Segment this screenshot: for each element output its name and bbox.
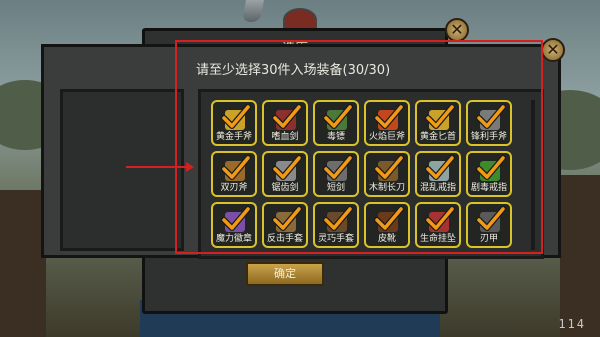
- checkmark-icon: [476, 104, 506, 129]
- equipment-label: 刃甲: [479, 234, 498, 244]
- equipment-label: 黄金手斧: [215, 132, 252, 142]
- checkmark-icon: [323, 104, 353, 129]
- equipment-label: 剧毒戒指: [470, 183, 507, 193]
- dialog-title: 请至少选择30件入场装备(30/30): [196, 63, 391, 78]
- equipment-label: 木制长刀: [368, 183, 405, 193]
- equipment-label: 黄金匕首: [419, 132, 456, 142]
- close-button[interactable]: ✕: [541, 38, 565, 62]
- checkmark-icon: [272, 104, 302, 129]
- equipment-slot[interactable]: 皮靴: [364, 202, 410, 248]
- equipment-slot[interactable]: 火焰巨斧: [364, 100, 410, 146]
- equipment-slot[interactable]: 混乱戒指: [415, 151, 461, 197]
- equipment-slot[interactable]: 灵巧手套: [313, 202, 359, 248]
- checkmark-icon: [323, 155, 353, 180]
- equipment-slot[interactable]: 黄金手斧: [211, 100, 257, 146]
- fps-counter: 114: [558, 317, 586, 331]
- equipment-label: 嗜血剑: [271, 132, 299, 142]
- equipment-slot[interactable]: 生命挂坠: [415, 202, 461, 248]
- equipment-slot[interactable]: 锯齿剑: [262, 151, 308, 197]
- equipment-slot[interactable]: 短剑: [313, 151, 359, 197]
- equipment-slot[interactable]: 刃甲: [466, 202, 512, 248]
- checkmark-icon: [221, 155, 251, 180]
- left-cliff: [0, 190, 46, 337]
- equipment-label: 毒镖: [326, 132, 345, 142]
- checkmark-icon: [272, 206, 302, 231]
- equipment-label: 火焰巨斧: [368, 132, 405, 142]
- equipment-label: 反击手套: [266, 234, 303, 244]
- checkmark-icon: [272, 155, 302, 180]
- equipment-slot[interactable]: 毒镖: [313, 100, 359, 146]
- checkmark-icon: [476, 155, 506, 180]
- equipment-label: 生命挂坠: [419, 234, 456, 244]
- checkmark-icon: [425, 104, 455, 129]
- checkmark-icon: [221, 104, 251, 129]
- checkmark-icon: [221, 206, 251, 231]
- equipment-slot[interactable]: 黄金匕首: [415, 100, 461, 146]
- close-button-back[interactable]: ✕: [445, 18, 469, 42]
- equipment-slot[interactable]: 反击手套: [262, 202, 308, 248]
- right-cliff: [560, 175, 600, 337]
- selected-item-preview: [60, 89, 184, 251]
- checkmark-icon: [374, 206, 404, 231]
- checkmark-icon: [374, 155, 404, 180]
- close-icon: ✕: [546, 40, 560, 59]
- checkmark-icon: [374, 104, 404, 129]
- equipment-slot[interactable]: 魔力徽章: [211, 202, 257, 248]
- equipment-label: 混乱戒指: [419, 183, 456, 193]
- equipment-label: 锋利手斧: [470, 132, 507, 142]
- checkmark-icon: [425, 206, 455, 231]
- equipment-slot[interactable]: 嗜血剑: [262, 100, 308, 146]
- scrollbar[interactable]: [531, 100, 535, 250]
- equipment-label: 灵巧手套: [317, 234, 354, 244]
- equipment-slot[interactable]: 剧毒戒指: [466, 151, 512, 197]
- equipment-label: 锯齿剑: [271, 183, 299, 193]
- equipment-select-dialog: 请至少选择30件入场装备(30/30) 黄金手斧 嗜血剑 毒镖 火焰巨斧 黄金匕首 锋利手…: [41, 44, 561, 259]
- equipment-label: 短剑: [326, 183, 345, 193]
- equipment-label: 双刃斧: [220, 183, 248, 193]
- equipment-slot[interactable]: 木制长刀: [364, 151, 410, 197]
- checkmark-icon: [476, 206, 506, 231]
- equipment-label: 皮靴: [377, 234, 396, 244]
- equipment-slot[interactable]: 双刃斧: [211, 151, 257, 197]
- checkmark-icon: [425, 155, 455, 180]
- checkmark-icon: [323, 206, 353, 231]
- confirm-button[interactable]: 确定: [246, 262, 324, 286]
- close-icon: ✕: [450, 20, 464, 39]
- equipment-grid-panel: 黄金手斧 嗜血剑 毒镖 火焰巨斧 黄金匕首 锋利手斧双刃斧 锯齿剑 短剑 木制长刀 混乱戒指 剧毒戒…: [198, 89, 544, 259]
- equipment-label: 魔力徽章: [215, 234, 252, 244]
- equipment-slot[interactable]: 锋利手斧: [466, 100, 512, 146]
